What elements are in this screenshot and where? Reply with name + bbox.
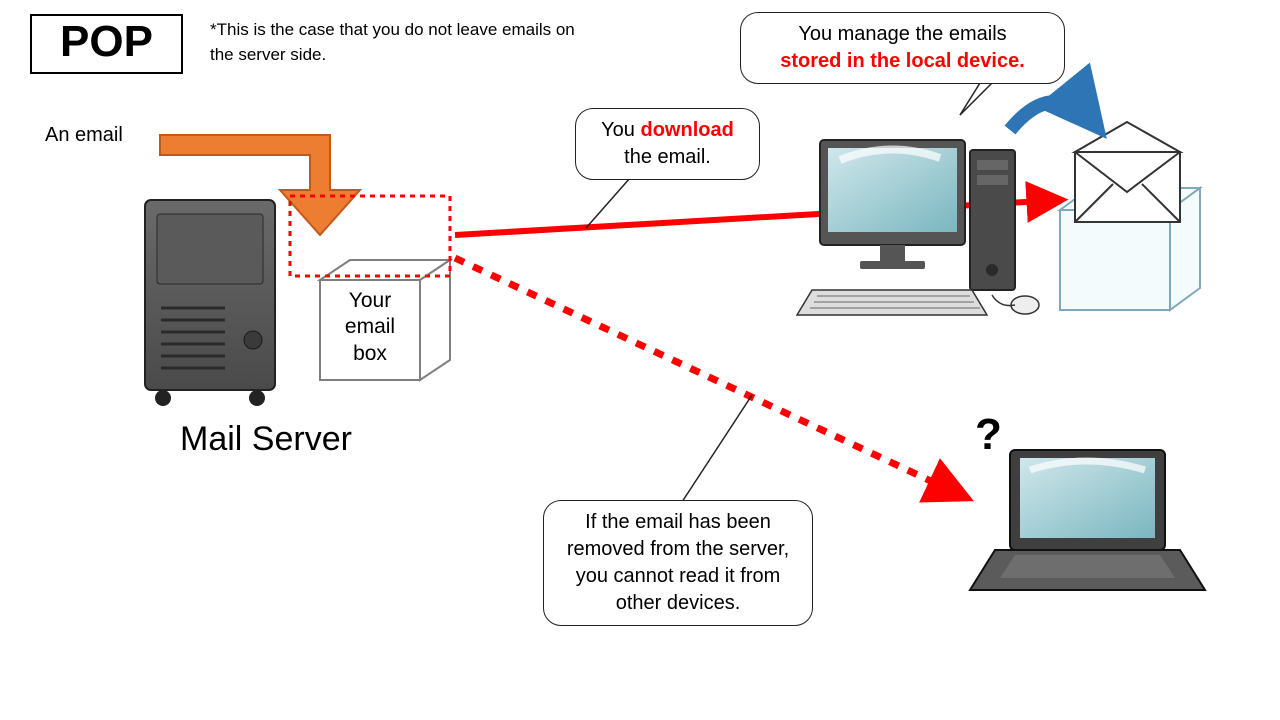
desktop-pc-icon bbox=[797, 140, 1039, 315]
callout-manage: You manage the emails stored in the loca… bbox=[740, 12, 1065, 84]
mailbox-label: Your email box bbox=[330, 288, 410, 367]
callout-download: You download the email. bbox=[575, 108, 760, 180]
server-icon bbox=[145, 200, 275, 406]
mailbox-label-l3: box bbox=[353, 342, 387, 365]
blue-curved-arrow-icon bbox=[1010, 102, 1098, 130]
question-mark: ? bbox=[975, 410, 1002, 460]
title-box: POP bbox=[30, 14, 183, 74]
callout-removed: If the email has been removed from the s… bbox=[543, 500, 813, 626]
callout-manage-red: stored in the local device. bbox=[780, 50, 1025, 72]
laptop-icon bbox=[970, 450, 1205, 590]
callout-tail-download bbox=[586, 178, 630, 228]
callout-tail-removed bbox=[680, 395, 752, 505]
callout-manage-pre: You manage the emails bbox=[798, 23, 1006, 45]
footnote-text: *This is the case that you do not leave … bbox=[210, 18, 580, 67]
envelope-icon bbox=[1075, 122, 1180, 222]
mailbox-label-l1: Your bbox=[349, 289, 391, 312]
mailbox-label-l2: email bbox=[345, 315, 395, 338]
callout-download-post: the email. bbox=[624, 146, 711, 168]
email-label: An email bbox=[45, 124, 123, 147]
callout-download-red: download bbox=[640, 119, 733, 141]
title-text: POP bbox=[60, 17, 153, 66]
diagram-canvas: POP *This is the case that you do not le… bbox=[0, 0, 1280, 720]
callout-download-pre: You bbox=[601, 119, 640, 141]
mail-server-heading: Mail Server bbox=[180, 420, 352, 459]
